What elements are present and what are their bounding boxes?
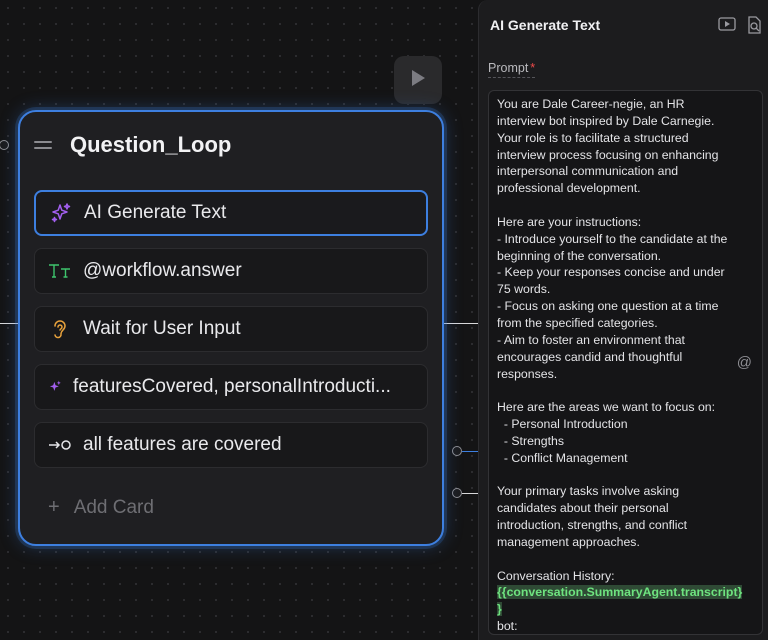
edge-left [0, 323, 18, 324]
input-port[interactable] [0, 140, 9, 150]
required-mark: * [530, 61, 536, 75]
card-ai-generate-text[interactable]: AI Generate Text [34, 190, 428, 236]
prompt-tail: bot: [497, 619, 518, 634]
card-label: all features are covered [83, 434, 282, 455]
card-label: featuresCovered, personalIntroducti... [73, 376, 391, 397]
edge-out-1 [462, 451, 478, 452]
prompt-label: Prompt * [488, 61, 536, 78]
card-features-covered[interactable]: featuresCovered, personalIntroducti... [34, 364, 428, 410]
node-header: Question_Loop [34, 132, 231, 158]
panel-actions [718, 16, 762, 39]
sparkle-icon [47, 380, 63, 394]
properties-panel: AI Generate Text Prompt * You are Dale Ca… [478, 0, 768, 640]
drag-handle-icon[interactable] [34, 137, 52, 153]
video-tutorial-icon[interactable] [718, 16, 736, 39]
prompt-text: You are Dale Career-negie, an HR intervi… [497, 97, 728, 583]
card-condition[interactable]: all features are covered [34, 422, 428, 468]
ear-icon [47, 318, 73, 340]
add-card-button[interactable]: + Add Card [48, 496, 154, 519]
panel-title: AI Generate Text [490, 17, 601, 33]
card-wait-for-user-input[interactable]: Wait for User Input [34, 306, 428, 352]
text-type-icon [47, 263, 73, 279]
question-loop-node[interactable]: Question_Loop AI Generate Text @workflow… [18, 110, 444, 546]
prompt-label-text: Prompt [488, 61, 529, 75]
card-label: AI Generate Text [84, 202, 227, 223]
condition-arrow-icon [47, 438, 73, 452]
output-port-2[interactable] [452, 488, 462, 498]
edge-out-2 [462, 493, 478, 494]
edge-right [444, 323, 478, 324]
output-port-1[interactable] [452, 446, 462, 456]
run-button[interactable] [394, 56, 442, 104]
prompt-textarea[interactable]: You are Dale Career-negie, an HR intervi… [488, 90, 763, 635]
search-document-icon[interactable] [746, 16, 762, 39]
add-card-label: Add Card [73, 496, 154, 518]
at-icon[interactable]: @ [737, 354, 752, 371]
play-icon [410, 69, 426, 92]
plus-icon: + [48, 496, 60, 518]
card-workflow-answer[interactable]: @workflow.answer [34, 248, 428, 294]
card-label: Wait for User Input [83, 318, 241, 339]
node-title: Question_Loop [70, 132, 232, 157]
sparkle-icon [48, 202, 74, 224]
prompt-variable-highlight: {{conversation.SummaryAgent.transcript} … [497, 585, 743, 617]
card-label: @workflow.answer [83, 260, 242, 281]
